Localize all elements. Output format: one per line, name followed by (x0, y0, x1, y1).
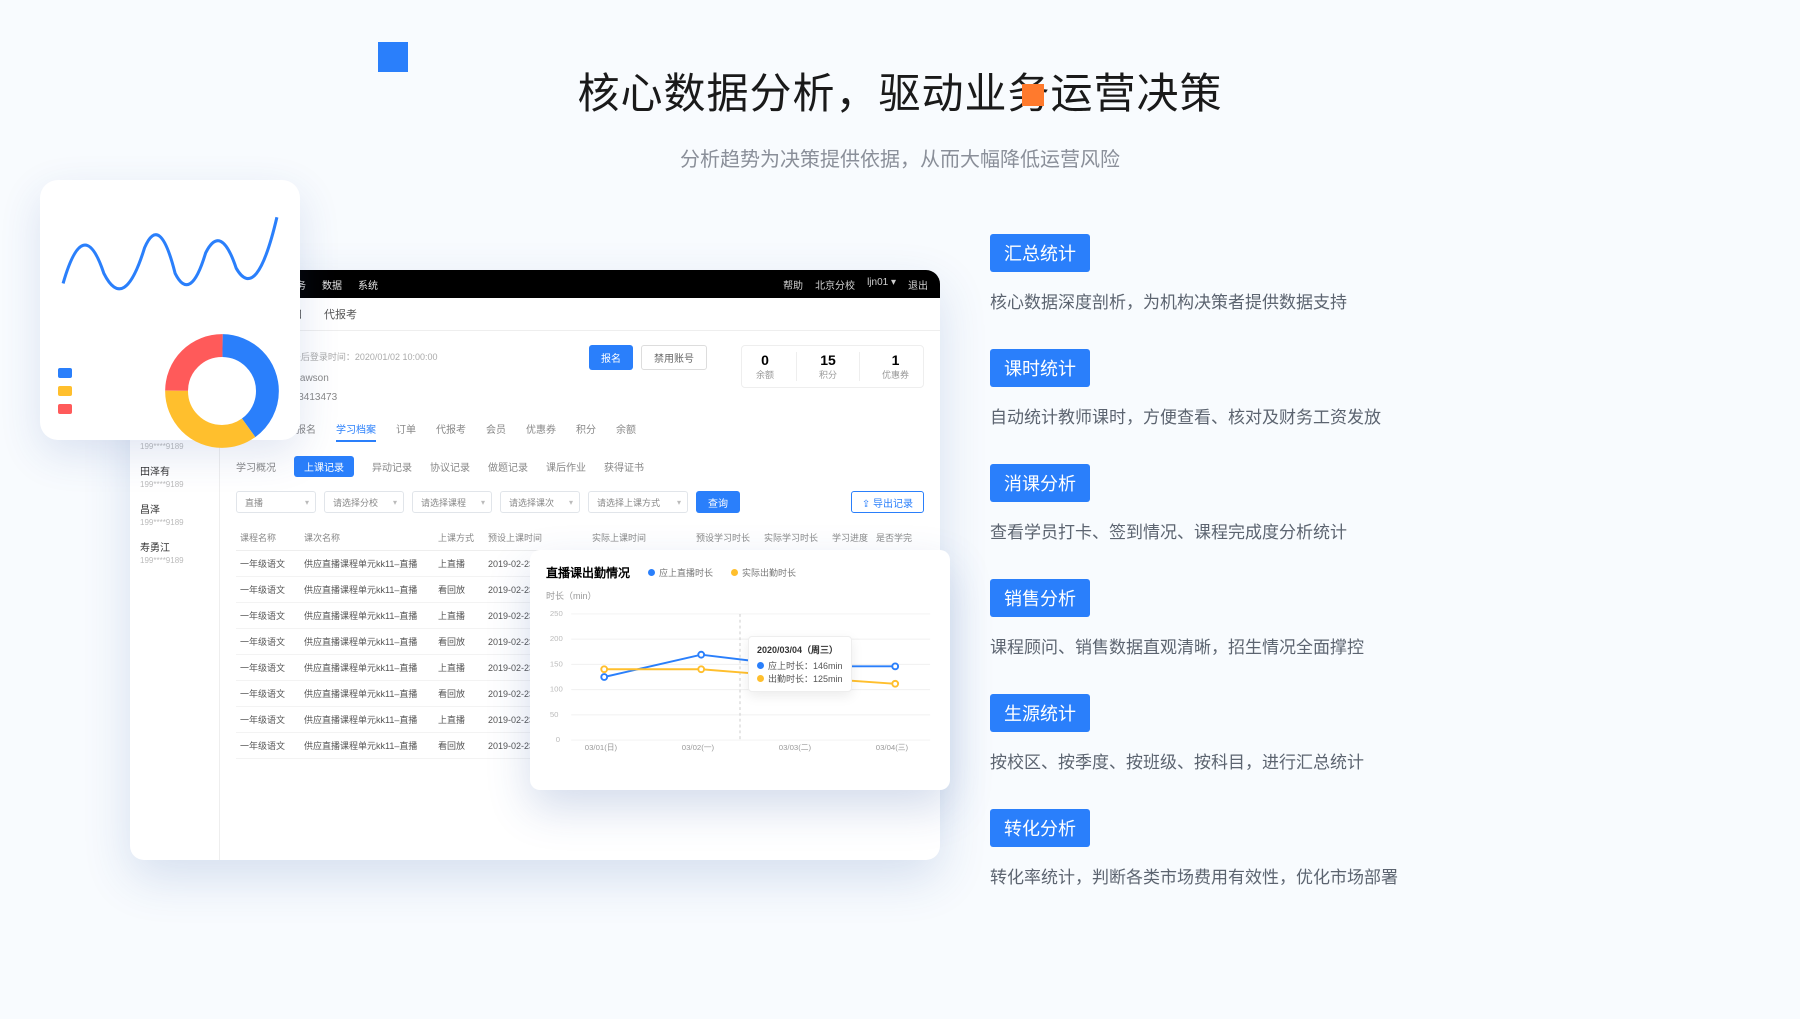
svg-text:03/03(二): 03/03(二) (779, 743, 812, 752)
stat-item: 0余额 (756, 352, 774, 381)
dot-icon (731, 569, 738, 576)
page-title: 核心数据分析，驱动业务运营决策 (0, 60, 1800, 121)
stat-item: 1优惠券 (882, 352, 909, 381)
svg-text:150: 150 (550, 659, 563, 668)
record-category-tabs: 咨询记录报名学习档案订单代报考会员优惠券积分余额 (236, 421, 924, 436)
tooltip-planned: 应上时长：146min (768, 659, 843, 672)
filter-method-select[interactable]: 请选择上课方式 (588, 491, 688, 513)
disable-account-button[interactable]: 禁用账号 (641, 345, 707, 370)
sparkline-icon (58, 198, 282, 318)
sub-tab[interactable]: 做题记录 (488, 459, 528, 474)
table-header: 课程名称课次名称上课方式预设上课时间实际上课时间预设学习时长实际学习时长学习进度… (236, 525, 924, 551)
nav-item[interactable]: 数据 (322, 277, 342, 292)
stat-item: 15积分 (819, 352, 837, 381)
feature-item: 转化分析转化率统计，判断各类市场费用有效性，优化市场部署 (990, 809, 1590, 888)
sidebar-student[interactable]: 昌泽199****9189 (130, 495, 219, 533)
attendance-popup: 直播课出勤情况 应上直播时长 实际出勤时长 时长（min） 250 200 150 1… (530, 550, 950, 790)
category-tab[interactable]: 学习档案 (336, 421, 376, 436)
sub-tab[interactable]: 异动记录 (372, 459, 412, 474)
svg-text:100: 100 (550, 685, 563, 694)
svg-text:50: 50 (550, 710, 559, 719)
feature-desc: 核心数据深度剖析，为机构决策者提供数据支持 (990, 288, 1590, 313)
y-axis-label: 时长（min） (546, 589, 934, 602)
category-tab[interactable]: 优惠券 (526, 421, 556, 436)
campus-label: 北京分校 (815, 277, 855, 292)
sidebar-student[interactable]: 田泽有199****9189 (130, 457, 219, 495)
sub-tab[interactable]: 课后作业 (546, 459, 586, 474)
svg-text:03/02(一): 03/02(一) (682, 743, 715, 752)
sub-tab[interactable]: 上课记录 (294, 456, 354, 477)
feature-tag: 消课分析 (990, 464, 1090, 502)
last-login-time: 2020/01/02 10:00:00 (355, 352, 438, 362)
svg-text:200: 200 (550, 634, 563, 643)
sub-tab[interactable]: 学习概况 (236, 459, 276, 474)
legend-actual: 实际出勤时长 (742, 566, 796, 579)
enroll-button[interactable]: 报名 (589, 345, 633, 370)
category-tab[interactable]: 代报考 (436, 421, 466, 436)
filter-lesson-select[interactable]: 请选择课次 (500, 491, 580, 513)
feature-item: 消课分析查看学员打卡、签到情况、课程完成度分析统计 (990, 464, 1590, 543)
logout-link[interactable]: 退出 (908, 277, 928, 292)
legend-swatch-red (58, 404, 72, 414)
donut-icon (162, 331, 282, 451)
feature-desc: 转化率统计，判断各类市场费用有效性，优化市场部署 (990, 863, 1590, 888)
feature-item: 汇总统计核心数据深度剖析，为机构决策者提供数据支持 (990, 234, 1590, 313)
feature-tag: 生源统计 (990, 694, 1090, 732)
tooltip-date: 2020/03/04（周三） (757, 643, 843, 656)
sidebar-student[interactable]: 寿勇江199****9189 (130, 533, 219, 571)
dot-icon (648, 569, 655, 576)
legend-swatch-blue (58, 368, 72, 378)
last-login-label: 最后登录时间： (292, 352, 355, 362)
nav-item[interactable]: 系统 (358, 277, 378, 292)
tab-item[interactable]: 代报考 (324, 306, 357, 322)
sub-tab[interactable]: 协议记录 (430, 459, 470, 474)
accent-blue (378, 42, 408, 72)
help-link[interactable]: 帮助 (783, 277, 803, 292)
category-tab[interactable]: 订单 (396, 421, 416, 436)
chart-tooltip: 2020/03/04（周三） 应上时长：146min 出勤时长：125min (748, 636, 852, 692)
popup-title: 直播课出勤情况 (546, 564, 630, 581)
tooltip-actual: 出勤时长：125min (768, 672, 843, 685)
svg-text:03/04(三): 03/04(三) (876, 743, 909, 752)
search-button[interactable]: 查询 (696, 491, 740, 513)
user-menu[interactable]: ljn01 ▾ (867, 277, 896, 292)
record-sub-tabs: 学习概况 上课记录 异动记录 协议记录 做题记录 课后作业 获得证书 (236, 456, 924, 477)
sparkline-card (40, 180, 300, 440)
feature-desc: 课程顾问、销售数据直观清晰，招生情况全面撑控 (990, 633, 1590, 658)
filter-type-select[interactable]: 直播 (236, 491, 316, 513)
svg-text:250: 250 (550, 609, 563, 618)
category-tab[interactable]: 会员 (486, 421, 506, 436)
export-button[interactable]: ⇪ 导出记录 (851, 491, 924, 513)
legend-swatch-yellow (58, 386, 72, 396)
page-subtitle: 分析趋势为决策提供依据，从而大幅降低运营风险 (0, 143, 1800, 172)
feature-item: 生源统计按校区、按季度、按班级、按科目，进行汇总统计 (990, 694, 1590, 773)
category-tab[interactable]: 积分 (576, 421, 596, 436)
filter-course-select[interactable]: 请选择课程 (412, 491, 492, 513)
feature-item: 课时统计自动统计教师课时，方便查看、核对及财务工资发放 (990, 349, 1590, 428)
feature-desc: 自动统计教师课时，方便查看、核对及财务工资发放 (990, 403, 1590, 428)
legend-planned: 应上直播时长 (659, 566, 713, 579)
accent-orange (1022, 84, 1044, 106)
stat-box: 0余额 15积分 1优惠券 (741, 345, 924, 388)
feature-item: 销售分析课程顾问、销售数据直观清晰，招生情况全面撑控 (990, 579, 1590, 658)
feature-tag: 课时统计 (990, 349, 1090, 387)
feature-tag: 销售分析 (990, 579, 1090, 617)
feature-tag: 汇总统计 (990, 234, 1090, 272)
attendance-chart: 250 200 150 100 50 0 03/01(日) 03/02(一) 03/03(二)… (546, 602, 934, 752)
svg-text:0: 0 (556, 735, 560, 744)
svg-text:03/01(日): 03/01(日) (585, 743, 618, 752)
category-tab[interactable]: 余额 (616, 421, 636, 436)
feature-desc: 按校区、按季度、按班级、按科目，进行汇总统计 (990, 748, 1590, 773)
features-list: 汇总统计核心数据深度剖析，为机构决策者提供数据支持课时统计自动统计教师课时，方便… (990, 234, 1590, 924)
filter-campus-select[interactable]: 请选择分校 (324, 491, 404, 513)
sub-tab[interactable]: 获得证书 (604, 459, 644, 474)
feature-desc: 查看学员打卡、签到情况、课程完成度分析统计 (990, 518, 1590, 543)
feature-tag: 转化分析 (990, 809, 1090, 847)
